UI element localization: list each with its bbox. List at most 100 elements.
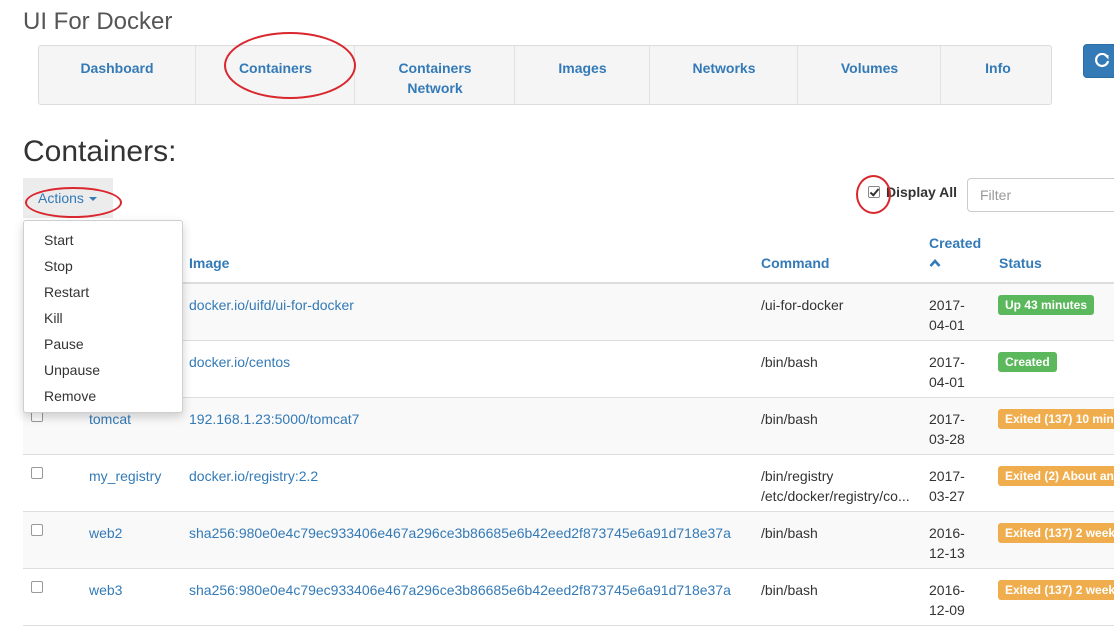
created-date-line: 03-28 bbox=[929, 431, 965, 447]
image-link[interactable]: docker.io/registry:2.2 bbox=[189, 466, 318, 486]
col-header-created[interactable]: Created bbox=[929, 233, 981, 273]
nav-networks-label: Networks bbox=[692, 60, 756, 76]
command-line: /ui-for-docker bbox=[761, 297, 844, 313]
table-row: docker.io/uifd/ui-for-docker /ui-for-doc… bbox=[23, 284, 1114, 341]
created-cell: 2016- 12-09 bbox=[929, 580, 979, 620]
actions-button[interactable]: Actions bbox=[23, 178, 113, 218]
table-row: my_registry docker.io/registry:2.2 /bin/… bbox=[23, 455, 1114, 512]
image-link[interactable]: docker.io/centos bbox=[189, 352, 290, 372]
col-header-status[interactable]: Status bbox=[999, 253, 1042, 273]
table-row: docker.io/centos /bin/bash 2017- 04-01 Cr… bbox=[23, 341, 1114, 398]
command-cell: /bin/bash bbox=[761, 409, 921, 429]
col-header-created-label: Created bbox=[929, 235, 982, 251]
top-nav: Dashboard Containers Containers Network … bbox=[38, 45, 1052, 105]
created-cell: 2017- 04-01 bbox=[929, 295, 979, 335]
nav-images-label: Images bbox=[558, 60, 607, 76]
status-cell: Exited (2) About an bbox=[998, 465, 1114, 486]
display-all-toggle: Display All bbox=[868, 184, 957, 200]
nav-containers-network-label: Containers Network bbox=[398, 60, 472, 96]
display-all-checkbox[interactable] bbox=[868, 186, 880, 198]
col-header-command[interactable]: Command bbox=[761, 253, 829, 273]
command-cell: /bin/bash bbox=[761, 523, 921, 543]
menu-item-restart[interactable]: Restart bbox=[24, 280, 182, 306]
refresh-button[interactable] bbox=[1083, 44, 1114, 78]
created-date-line: 2017- bbox=[929, 411, 965, 427]
created-date-line: 12-13 bbox=[929, 545, 965, 561]
command-line: /bin/bash bbox=[761, 354, 818, 370]
created-cell: 2017- 03-27 bbox=[929, 466, 979, 506]
status-badge: Exited (137) 2 week bbox=[998, 580, 1114, 600]
status-badge: Exited (137) 10 min bbox=[998, 409, 1114, 429]
status-cell: Up 43 minutes bbox=[998, 294, 1095, 315]
col-header-image[interactable]: Image bbox=[189, 253, 229, 273]
command-cell: /bin/registry/etc/docker/registry/co... bbox=[761, 466, 921, 506]
status-cell: Exited (137) 2 week bbox=[998, 522, 1114, 543]
row-checkbox[interactable] bbox=[31, 467, 43, 479]
menu-item-kill[interactable]: Kill bbox=[24, 306, 182, 332]
command-line: /bin/bash bbox=[761, 582, 818, 598]
container-name-link[interactable]: my_registry bbox=[89, 466, 161, 486]
container-name-link[interactable]: web3 bbox=[89, 580, 122, 600]
image-link[interactable]: docker.io/uifd/ui-for-docker bbox=[189, 295, 354, 315]
nav-containers-label: Containers bbox=[238, 60, 313, 76]
nav-info-label: Info bbox=[985, 60, 1011, 76]
created-date-line: 2017- bbox=[929, 297, 965, 313]
created-date-line: 12-09 bbox=[929, 602, 965, 618]
command-cell: /bin/bash bbox=[761, 352, 921, 372]
nav-networks[interactable]: Networks bbox=[651, 46, 798, 104]
filter-input[interactable] bbox=[967, 178, 1114, 212]
status-badge: Exited (137) 2 week bbox=[998, 523, 1114, 543]
created-cell: 2016- 12-13 bbox=[929, 523, 979, 563]
nav-dashboard[interactable]: Dashboard bbox=[39, 46, 196, 104]
display-all-label: Display All bbox=[886, 184, 958, 200]
menu-item-start[interactable]: Start bbox=[24, 228, 182, 254]
row-checkbox[interactable] bbox=[31, 581, 43, 593]
command-cell: /ui-for-docker bbox=[761, 295, 921, 315]
nav-containers[interactable]: Containers bbox=[197, 46, 355, 104]
command-line: /bin/bash bbox=[761, 411, 818, 427]
nav-volumes[interactable]: Volumes bbox=[799, 46, 941, 104]
table-row: web3 sha256:980e0e4c79ec933406e467a296ce… bbox=[23, 569, 1114, 626]
status-cell: Exited (137) 2 week bbox=[998, 579, 1114, 600]
created-date-line: 2016- bbox=[929, 525, 965, 541]
status-badge: Created bbox=[998, 352, 1057, 372]
menu-item-stop[interactable]: Stop bbox=[24, 254, 182, 280]
command-line: /etc/docker/registry/co... bbox=[761, 488, 910, 504]
created-date-line: 2016- bbox=[929, 582, 965, 598]
image-link[interactable]: sha256:980e0e4c79ec933406e467a296ce3b866… bbox=[189, 580, 731, 600]
created-date-line: 04-01 bbox=[929, 317, 965, 333]
app-title: UI For Docker bbox=[23, 8, 173, 35]
actions-dropdown-menu: Start Stop Restart Kill Pause Unpause Re… bbox=[23, 220, 183, 413]
actions-label: Actions bbox=[38, 190, 84, 206]
created-date-line: 03-27 bbox=[929, 488, 965, 504]
nav-images[interactable]: Images bbox=[516, 46, 650, 104]
command-line: /bin/bash bbox=[761, 525, 818, 541]
menu-item-pause[interactable]: Pause bbox=[24, 332, 182, 358]
command-line: /bin/registry bbox=[761, 468, 834, 484]
status-badge: Exited (2) About an bbox=[998, 466, 1114, 486]
created-cell: 2017- 03-28 bbox=[929, 409, 979, 449]
nav-dashboard-label: Dashboard bbox=[80, 60, 154, 76]
created-cell: 2017- 04-01 bbox=[929, 352, 979, 392]
refresh-icon bbox=[1095, 53, 1110, 68]
created-date-line: 2017- bbox=[929, 468, 965, 484]
image-link[interactable]: sha256:980e0e4c79ec933406e467a296ce3b866… bbox=[189, 523, 731, 543]
container-name-link[interactable]: web2 bbox=[89, 523, 122, 543]
image-link[interactable]: 192.168.1.23:5000/tomcat7 bbox=[189, 409, 359, 429]
table-row: tomcat 192.168.1.23:5000/tomcat7 /bin/ba… bbox=[23, 398, 1114, 455]
created-date-line: 2017- bbox=[929, 354, 965, 370]
row-checkbox[interactable] bbox=[31, 524, 43, 536]
sort-asc-icon bbox=[929, 259, 941, 267]
caret-down-icon bbox=[88, 197, 97, 202]
created-date-line: 04-01 bbox=[929, 374, 965, 390]
command-cell: /bin/bash bbox=[761, 580, 921, 600]
nav-info[interactable]: Info bbox=[942, 46, 1054, 104]
page-title: Containers: bbox=[23, 135, 177, 168]
menu-item-remove[interactable]: Remove bbox=[24, 384, 182, 410]
status-cell: Created bbox=[998, 351, 1057, 372]
nav-containers-network[interactable]: Containers Network bbox=[356, 46, 515, 104]
nav-volumes-label: Volumes bbox=[840, 60, 899, 76]
status-badge: Up 43 minutes bbox=[998, 295, 1095, 315]
status-cell: Exited (137) 10 min bbox=[998, 408, 1114, 429]
menu-item-unpause[interactable]: Unpause bbox=[24, 358, 182, 384]
